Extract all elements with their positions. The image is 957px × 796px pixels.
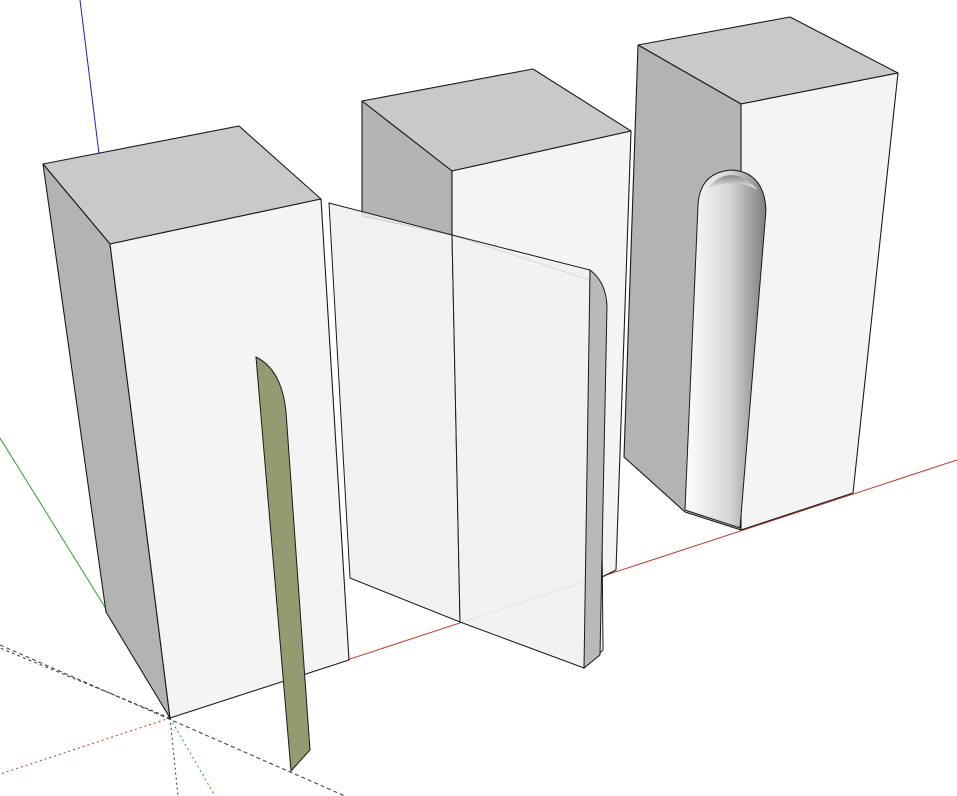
- modeling-viewport[interactable]: [0, 0, 957, 796]
- red-axis-negative: [0, 717, 171, 775]
- 3d-scene[interactable]: [0, 0, 957, 796]
- block-left[interactable]: [42, 125, 350, 773]
- panel-back-half[interactable]: [328, 202, 461, 623]
- blue-axis-negative: [169, 717, 179, 796]
- panel-front-half[interactable]: [451, 234, 604, 669]
- block-right-front-face[interactable]: [740, 72, 899, 531]
- block-middle[interactable]: [328, 68, 632, 670]
- block-right[interactable]: [623, 16, 899, 531]
